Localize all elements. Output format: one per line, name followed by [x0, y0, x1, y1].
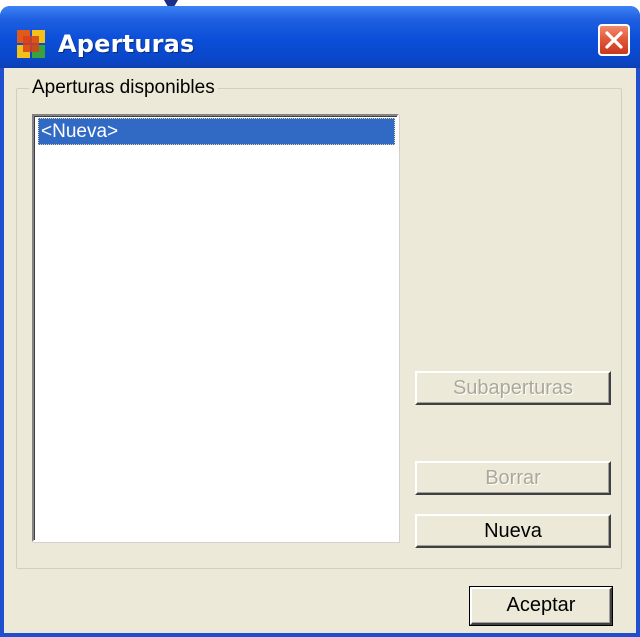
dialog-window: Aperturas Aperturas disponibles <Nueva> … — [0, 6, 640, 637]
nueva-button[interactable]: Nueva — [415, 514, 611, 548]
title-bar[interactable]: Aperturas — [0, 6, 640, 68]
list-item-nueva[interactable]: <Nueva> — [38, 118, 395, 145]
aceptar-label: Aceptar — [506, 594, 576, 616]
groupbox-label: Aperturas disponibles — [29, 78, 218, 98]
close-icon — [605, 31, 623, 49]
app-icon — [17, 30, 45, 58]
subaperturas-button[interactable]: Subaperturas — [415, 371, 611, 405]
aperturas-listbox[interactable]: <Nueva> — [32, 114, 399, 542]
aceptar-button[interactable]: Aceptar — [469, 586, 613, 626]
dialog-body: Aperturas disponibles <Nueva> Subapertur… — [4, 68, 636, 633]
close-button[interactable] — [598, 24, 630, 56]
window-title: Aperturas — [58, 30, 195, 58]
borrar-button[interactable]: Borrar — [415, 461, 611, 495]
